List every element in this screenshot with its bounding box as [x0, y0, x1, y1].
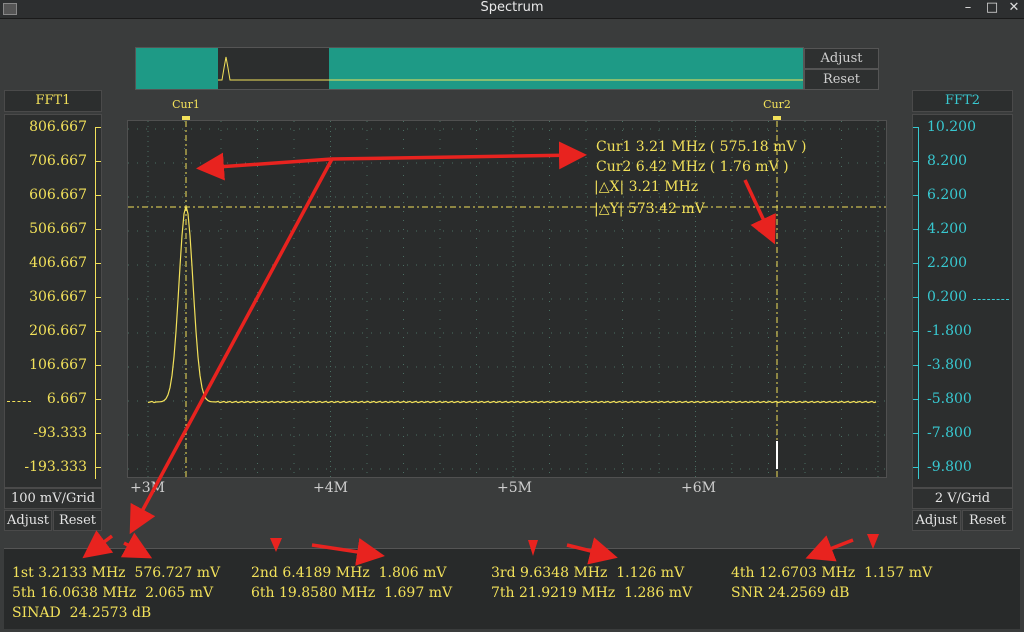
x-tick-label: +4M	[313, 480, 348, 496]
annotation-arrow	[867, 534, 879, 549]
axis-tick-label: 106.667	[29, 357, 87, 373]
spectrum-plot[interactable]: Cur1 3.21 MHz ( 575.18 mV ) Cur2 6.42 MH…	[127, 120, 887, 478]
cursor2-label[interactable]: Cur2	[763, 98, 791, 111]
axis-tick-label: 6.667	[46, 391, 87, 407]
fft1-reset-button[interactable]: Reset	[53, 510, 102, 531]
axis-tick-label: -93.333	[33, 425, 87, 441]
overview-reset-button[interactable]: Reset	[804, 69, 879, 90]
axis-tick-label: 0.200	[927, 289, 968, 305]
harmonic-2: 2nd 6.4189 MHz 1.806 mV	[251, 565, 447, 581]
axis-tick-label: -193.333	[24, 459, 87, 475]
harmonic-4: 4th 12.6703 MHz 1.157 mV	[731, 565, 933, 581]
measurement-panel: 1st 3.2133 MHz 576.727 mV 2nd 6.4189 MHz…	[4, 548, 1020, 629]
fft1-axis: 806.667 706.667 606.667 506.667 406.667 306.6…	[4, 114, 102, 488]
overview-adjust-button[interactable]: Adjust	[804, 48, 879, 69]
axis-tick-label: 706.667	[29, 153, 87, 169]
fft2-offset-marker[interactable]	[973, 299, 1009, 300]
x-tick-label: +3M	[130, 480, 165, 496]
axis-tick-label: 606.667	[29, 187, 87, 203]
axis-tick-label: 10.200	[927, 119, 976, 135]
readout-dx: |△X| 3.21 MHz	[594, 179, 698, 195]
axis-tick-label: 2.200	[927, 255, 968, 271]
fft1-offset-marker[interactable]	[7, 401, 31, 402]
sinad-value: SINAD 24.2573 dB	[12, 605, 152, 621]
axis-tick-label: -7.800	[927, 425, 972, 441]
axis-tick-label: 406.667	[29, 255, 87, 271]
readout-cur2: Cur2 6.42 MHz ( 1.76 mV )	[596, 159, 789, 175]
fft2-reset-button[interactable]: Reset	[962, 510, 1013, 531]
overview-trace	[218, 56, 803, 81]
axis-tick-label: 206.667	[29, 323, 87, 339]
fft2-title: FFT2	[912, 90, 1013, 112]
axis-tick-label: -3.800	[927, 357, 972, 373]
fft1-adjust-button[interactable]: Adjust	[4, 510, 52, 531]
axis-tick-label: -5.800	[927, 391, 972, 407]
x-tick-label: +6M	[681, 480, 716, 496]
axis-tick-label: 506.667	[29, 221, 87, 237]
axis-tick-label: 806.667	[29, 119, 87, 135]
close-icon[interactable]: ✕	[1004, 0, 1024, 16]
fft2-scale: 2 V/Grid	[912, 488, 1013, 509]
fft1-scale: 100 mV/Grid	[4, 488, 102, 509]
fft2-adjust-button[interactable]: Adjust	[912, 510, 961, 531]
cursor1-label[interactable]: Cur1	[172, 98, 200, 111]
harmonic-7: 7th 21.9219 MHz 1.286 mV	[491, 585, 693, 601]
axis-tick-label: 6.200	[927, 187, 968, 203]
harmonic-5: 5th 16.0638 MHz 2.065 mV	[12, 585, 214, 601]
overview-strip[interactable]	[135, 47, 804, 90]
axis-tick-label: 8.200	[927, 153, 968, 169]
window-title: Spectrum	[480, 0, 544, 15]
harmonic-6: 6th 19.8580 MHz 1.697 mV	[251, 585, 453, 601]
axis-tick-label: -1.800	[927, 323, 972, 339]
harmonic-3: 3rd 9.6348 MHz 1.126 mV	[491, 565, 685, 581]
snr-value: SNR 24.2569 dB	[731, 585, 850, 601]
axis-tick-label: -9.800	[927, 459, 972, 475]
maximize-icon[interactable]: □	[982, 0, 1002, 16]
axis-tick-label: 306.667	[29, 289, 87, 305]
x-tick-label: +5M	[497, 480, 532, 496]
fft2-axis: 10.200 8.200 6.200 4.200 2.200 0.200 -1.800 -3.…	[912, 114, 1013, 488]
minimize-icon[interactable]: –	[958, 0, 978, 16]
readout-dy: |△Y| 573.42 mV	[594, 201, 706, 217]
readout-cur1: Cur1 3.21 MHz ( 575.18 mV )	[596, 139, 806, 155]
fft1-title: FFT1	[4, 90, 102, 112]
axis-tick-label: 4.200	[927, 221, 968, 237]
harmonic-1: 1st 3.2133 MHz 576.727 mV	[12, 565, 221, 581]
title-bar: Spectrum – □ ✕	[0, 0, 1024, 19]
